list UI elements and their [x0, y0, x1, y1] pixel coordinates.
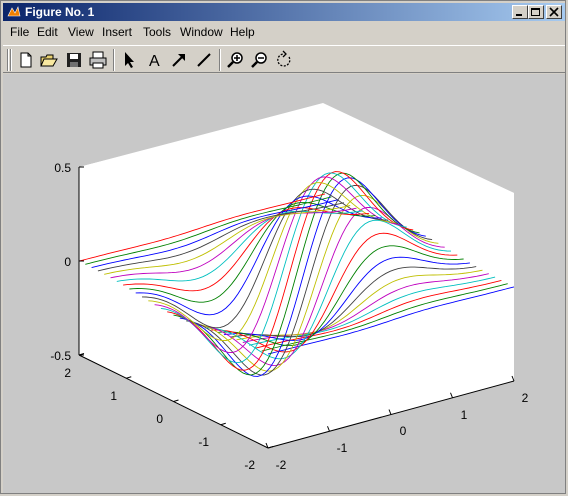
y-tick-label: 0	[400, 424, 407, 438]
toolbar-grip[interactable]	[7, 49, 9, 71]
x-tick-label: -2	[244, 458, 255, 472]
print-icon[interactable]	[87, 49, 109, 71]
insert-text-icon[interactable]: A	[144, 49, 166, 71]
figure-window: Figure No. 1 File Edit View Insert Tools…	[0, 0, 566, 494]
x-tick-label: 2	[64, 366, 71, 380]
close-button[interactable]	[546, 5, 562, 19]
figure-canvas: 0.5 0 -0.5 2 1 0 -1 -2 -2 -1 0 1 2	[3, 74, 565, 493]
x-tick-label: 1	[110, 389, 117, 403]
menu-view[interactable]: View	[68, 25, 94, 39]
svg-text:A: A	[149, 53, 160, 70]
minimize-button[interactable]	[512, 5, 528, 19]
figure-toolbar: A	[3, 45, 565, 73]
toolbar-separator	[113, 49, 115, 71]
z-tick-label: 0	[64, 255, 71, 269]
y-tick-label: 1	[461, 408, 468, 422]
menu-tools[interactable]: Tools	[143, 25, 171, 39]
insert-line-icon[interactable]	[193, 49, 215, 71]
close-icon	[549, 7, 559, 17]
maximize-button[interactable]	[528, 5, 544, 19]
z-tick-label: -0.5	[50, 349, 71, 363]
new-figure-icon[interactable]	[15, 49, 37, 71]
maximize-icon	[531, 8, 540, 16]
menu-edit[interactable]: Edit	[37, 25, 58, 39]
insert-arrow-icon[interactable]	[168, 49, 190, 71]
toolbar-separator	[219, 49, 221, 71]
menu-window[interactable]: Window	[180, 25, 223, 39]
matlab-logo-icon	[7, 6, 21, 17]
z-tick-label: 0.5	[54, 161, 71, 175]
minimize-icon	[516, 14, 522, 16]
y-tick-label: 2	[522, 391, 529, 405]
save-icon[interactable]	[63, 49, 85, 71]
surface-plot[interactable]: 0.5 0 -0.5 2 1 0 -1 -2 -2 -1 0 1 2	[3, 74, 565, 493]
y-tick-label: -2	[276, 458, 287, 472]
menu-file[interactable]: File	[10, 25, 29, 39]
x-tick-label: 0	[156, 412, 163, 426]
menu-bar: File Edit View Insert Tools Window Help	[3, 22, 565, 42]
zoom-out-icon[interactable]	[249, 49, 271, 71]
rotate-3d-icon[interactable]	[273, 49, 295, 71]
open-file-icon[interactable]	[38, 49, 60, 71]
zoom-in-icon[interactable]	[225, 49, 247, 71]
window-title: Figure No. 1	[25, 5, 95, 19]
title-bar[interactable]: Figure No. 1	[3, 3, 565, 21]
y-tick-label: -1	[337, 441, 348, 455]
menu-insert[interactable]: Insert	[102, 25, 132, 39]
x-tick-label: -1	[198, 435, 209, 449]
menu-help[interactable]: Help	[230, 25, 255, 39]
select-arrow-icon[interactable]	[118, 49, 140, 71]
toolbar-grip[interactable]	[10, 49, 12, 71]
